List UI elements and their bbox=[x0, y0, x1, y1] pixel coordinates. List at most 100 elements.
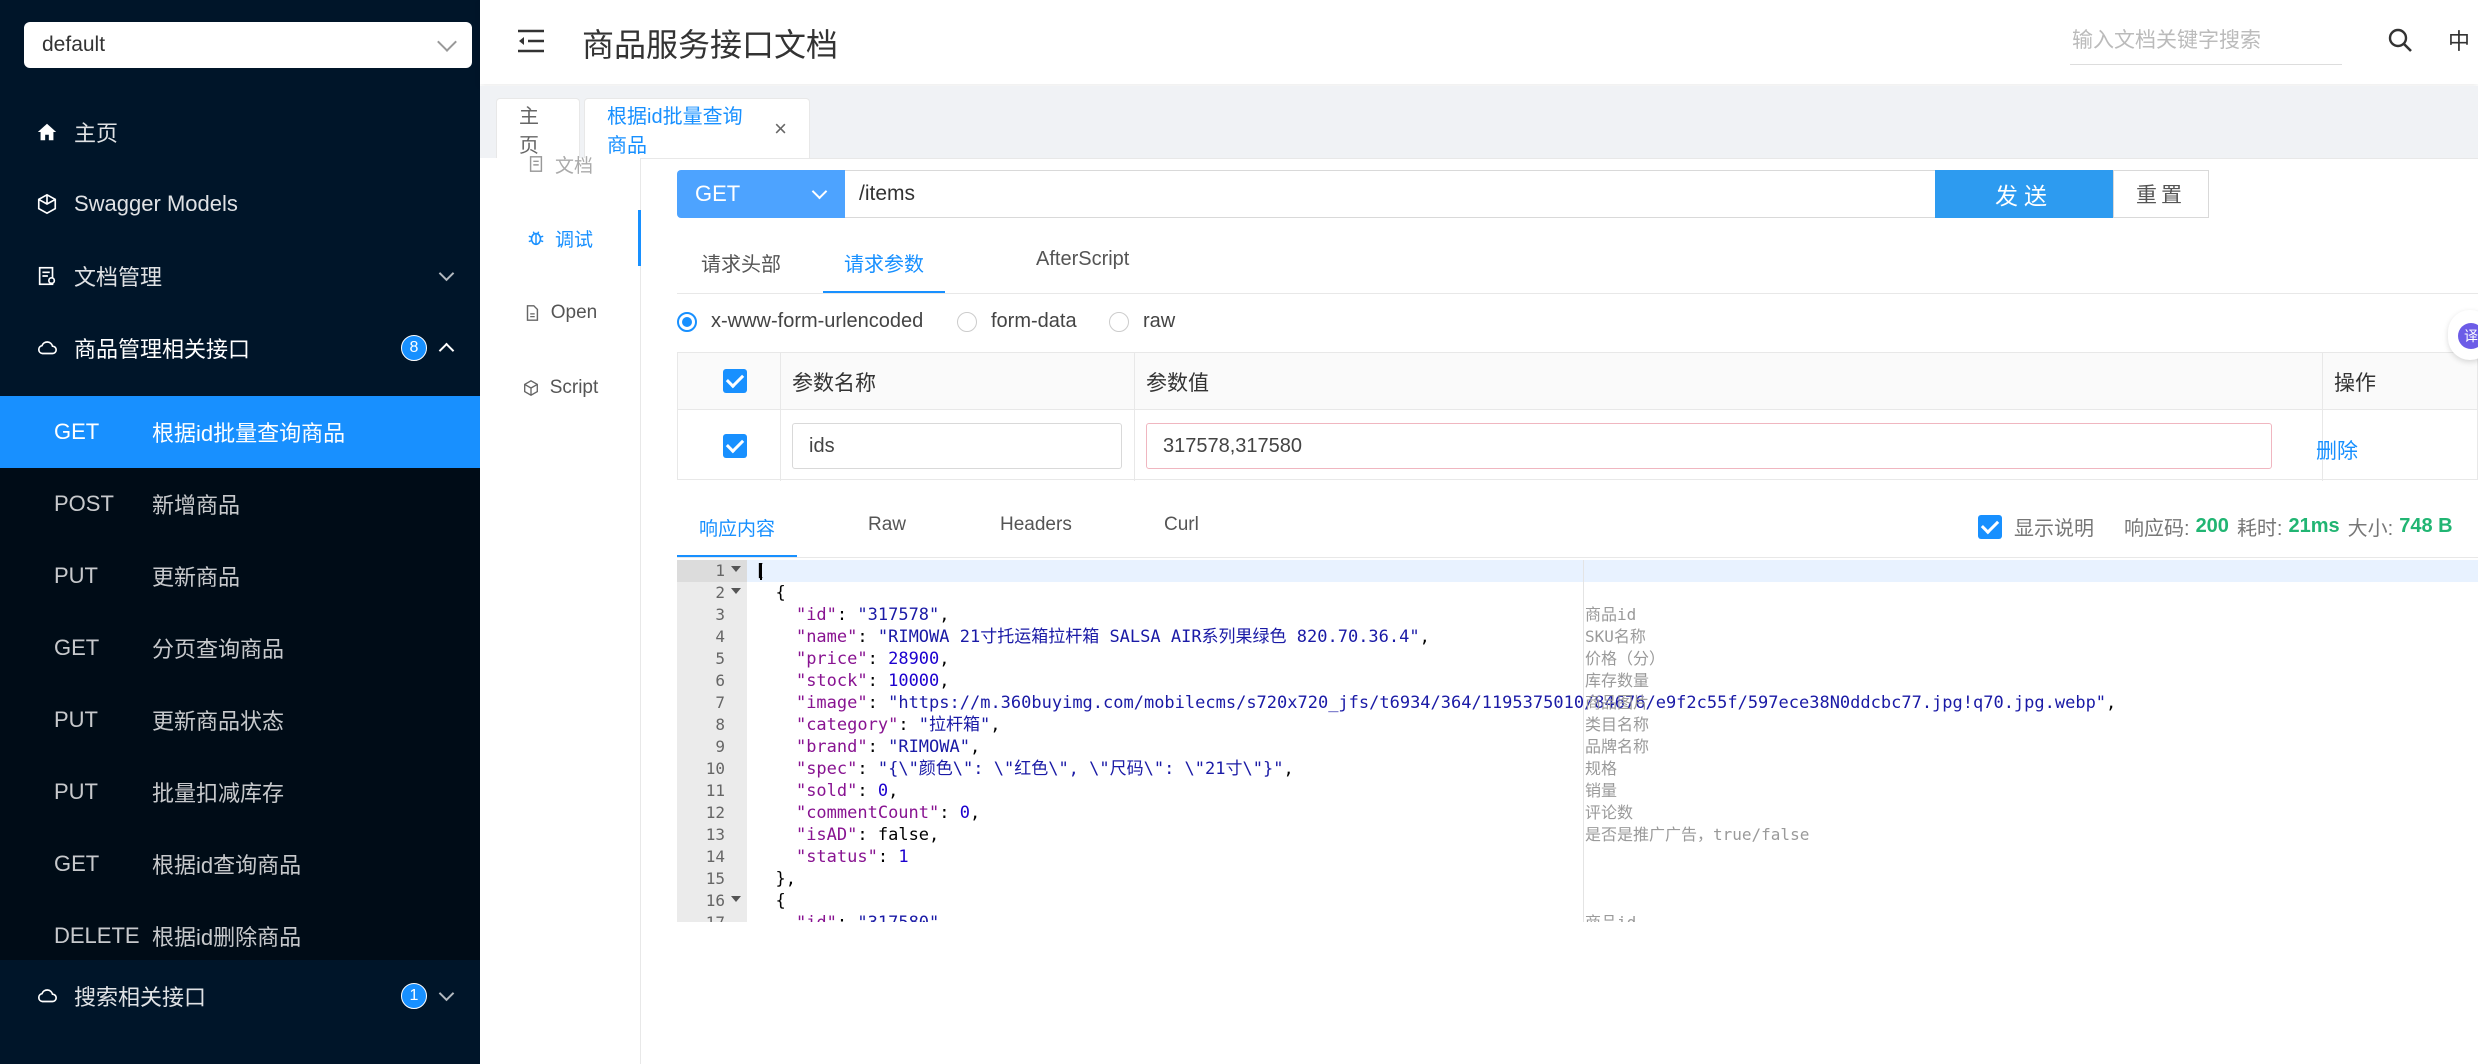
search-icon[interactable] bbox=[2386, 26, 2414, 54]
sidebar-item-product-apis[interactable]: 商品管理相关接口 8 bbox=[0, 312, 480, 384]
tab-response-headers[interactable]: Headers bbox=[1000, 514, 1072, 558]
nav-doc[interactable]: 文档 bbox=[480, 144, 640, 184]
api-item-page-query[interactable]: GET 分页查询商品 bbox=[0, 612, 480, 684]
search-box bbox=[2070, 20, 2342, 65]
count-badge: 1 bbox=[401, 983, 427, 1009]
divider bbox=[1134, 353, 1135, 481]
line-number: 8 bbox=[715, 715, 725, 734]
select-all-checkbox[interactable] bbox=[723, 369, 747, 393]
fold-arrow-icon[interactable] bbox=[731, 896, 741, 902]
param-value-input[interactable] bbox=[1146, 423, 2272, 469]
menu-fold-icon[interactable] bbox=[516, 28, 546, 54]
tab-response-curl[interactable]: Curl bbox=[1164, 514, 1199, 558]
nav-label: 调试 bbox=[554, 229, 593, 251]
row-checkbox[interactable] bbox=[723, 434, 747, 458]
api-item-update-status[interactable]: PUT 更新商品状态 bbox=[0, 684, 480, 756]
time-label: 耗时: bbox=[2236, 518, 2283, 540]
field-comment: 是否是推广广告，true/false bbox=[1585, 825, 1810, 844]
sidebar-item-search-apis[interactable]: 搜索相关接口 1 bbox=[0, 960, 480, 1032]
language-switch[interactable]: 中 bbox=[2448, 24, 2470, 56]
url-input[interactable] bbox=[845, 170, 1976, 218]
divider bbox=[677, 557, 2478, 558]
code-line: "id": "317578", bbox=[795, 605, 950, 625]
nav-debug[interactable]: 调试 bbox=[480, 218, 640, 258]
close-icon[interactable]: × bbox=[774, 116, 787, 142]
send-button[interactable]: 发送 bbox=[1935, 170, 2113, 218]
line-number: 1 bbox=[677, 560, 747, 582]
field-comment: 商品图片 bbox=[1585, 693, 1650, 712]
field-comment: 价格（分） bbox=[1585, 649, 1666, 668]
size-value: 748 B bbox=[2399, 515, 2453, 537]
response-editor[interactable]: 1 2 3 4 5 6 7 8 9 10 11 12 13 14 15 16 1… bbox=[677, 560, 2478, 922]
code-line: "image": "https://m.360buyimg.com/mobile… bbox=[795, 693, 2117, 713]
nav-label: Script bbox=[549, 377, 599, 398]
code-line: "commentCount": 0, bbox=[795, 803, 981, 823]
api-method: GET bbox=[54, 635, 100, 660]
api-label: 批量扣减库存 bbox=[152, 781, 285, 806]
method-select[interactable]: GET bbox=[677, 170, 845, 218]
translate-button[interactable]: 译 bbox=[2448, 310, 2478, 360]
home-icon bbox=[36, 121, 58, 143]
line-number: 5 bbox=[715, 649, 725, 668]
field-comment: 商品id bbox=[1585, 912, 1636, 922]
nav-script[interactable]: Script bbox=[480, 368, 640, 408]
api-label: 根据id批量查询商品 bbox=[152, 421, 346, 446]
sidebar-item-label: 搜索相关接口 bbox=[74, 985, 207, 1010]
api-method: PUT bbox=[54, 707, 98, 732]
cloud-icon bbox=[36, 337, 58, 359]
divider bbox=[677, 293, 2478, 294]
line-number: 10 bbox=[705, 759, 725, 778]
sidebar-item-home[interactable]: 主页 bbox=[0, 96, 480, 168]
show-desc-checkbox[interactable] bbox=[1978, 514, 2002, 539]
reset-button[interactable]: 重置 bbox=[2113, 170, 2209, 218]
api-submenu: GET 根据id批量查询商品 POST 新增商品 PUT 更新商品 GET 分页… bbox=[0, 396, 480, 960]
api-method: DELETE bbox=[54, 923, 140, 948]
count-badge: 8 bbox=[401, 335, 427, 361]
api-label: 根据id查询商品 bbox=[152, 853, 302, 878]
radio-raw[interactable]: raw bbox=[1109, 310, 1175, 333]
tab-request-params[interactable]: 请求参数 bbox=[823, 248, 945, 294]
sidebar-item-doc-manage[interactable]: 文档管理 bbox=[0, 240, 480, 312]
radio-label: raw bbox=[1143, 310, 1176, 332]
fold-arrow-icon[interactable] bbox=[731, 588, 741, 594]
code-line: { bbox=[755, 891, 786, 911]
field-comment: SKU名称 bbox=[1585, 627, 1646, 646]
line-number: 6 bbox=[715, 671, 725, 690]
translate-icon: 译 bbox=[2458, 323, 2478, 349]
api-item-query-by-id[interactable]: GET 根据id查询商品 bbox=[0, 828, 480, 900]
code-line: "category": "拉杆箱", bbox=[795, 715, 1001, 735]
nav-open[interactable]: Open bbox=[480, 293, 640, 333]
api-item-update[interactable]: PUT 更新商品 bbox=[0, 540, 480, 612]
tab-request-headers[interactable]: 请求头部 bbox=[701, 248, 781, 294]
tab-response-raw[interactable]: Raw bbox=[868, 514, 906, 558]
api-item-add[interactable]: POST 新增商品 bbox=[0, 468, 480, 540]
field-comment: 品牌名称 bbox=[1585, 737, 1650, 756]
line-number: 7 bbox=[715, 693, 725, 712]
line-number: 9 bbox=[715, 737, 725, 756]
code-line: "price": 28900, bbox=[795, 649, 950, 669]
sidebar-item-swagger-models[interactable]: Swagger Models bbox=[0, 168, 480, 240]
api-item-deduct-stock[interactable]: PUT 批量扣减库存 bbox=[0, 756, 480, 828]
field-comment: 评论数 bbox=[1585, 803, 1634, 822]
search-input[interactable] bbox=[2070, 20, 2334, 62]
delete-param-link[interactable]: 删除 bbox=[2316, 435, 2358, 465]
script-icon bbox=[523, 380, 538, 396]
tab-afterscript[interactable]: AfterScript bbox=[1036, 248, 1129, 294]
document-icon bbox=[529, 156, 543, 172]
api-item-batch-query[interactable]: GET 根据id批量查询商品 bbox=[0, 396, 480, 468]
fold-arrow-icon[interactable] bbox=[731, 566, 741, 572]
chevron-down-icon bbox=[811, 183, 828, 200]
group-select-value: default bbox=[42, 33, 106, 56]
status-code-label: 响应码: bbox=[2124, 518, 2190, 540]
tab-response-content[interactable]: 响应内容 bbox=[677, 514, 797, 558]
radio-form-data[interactable]: form-data bbox=[957, 310, 1077, 333]
api-method: PUT bbox=[54, 779, 98, 804]
line-number: 4 bbox=[715, 627, 725, 646]
param-name-input[interactable] bbox=[792, 423, 1122, 469]
nav-label: 文档 bbox=[554, 155, 593, 177]
page-tabs: 主页 根据id批量查询商品 × bbox=[480, 86, 2478, 159]
sidebar-item-label: 主页 bbox=[74, 121, 119, 146]
doc-manage-icon bbox=[36, 265, 58, 287]
group-select[interactable]: default bbox=[24, 22, 472, 68]
radio-urlencoded[interactable]: x-www-form-urlencoded bbox=[677, 310, 923, 333]
